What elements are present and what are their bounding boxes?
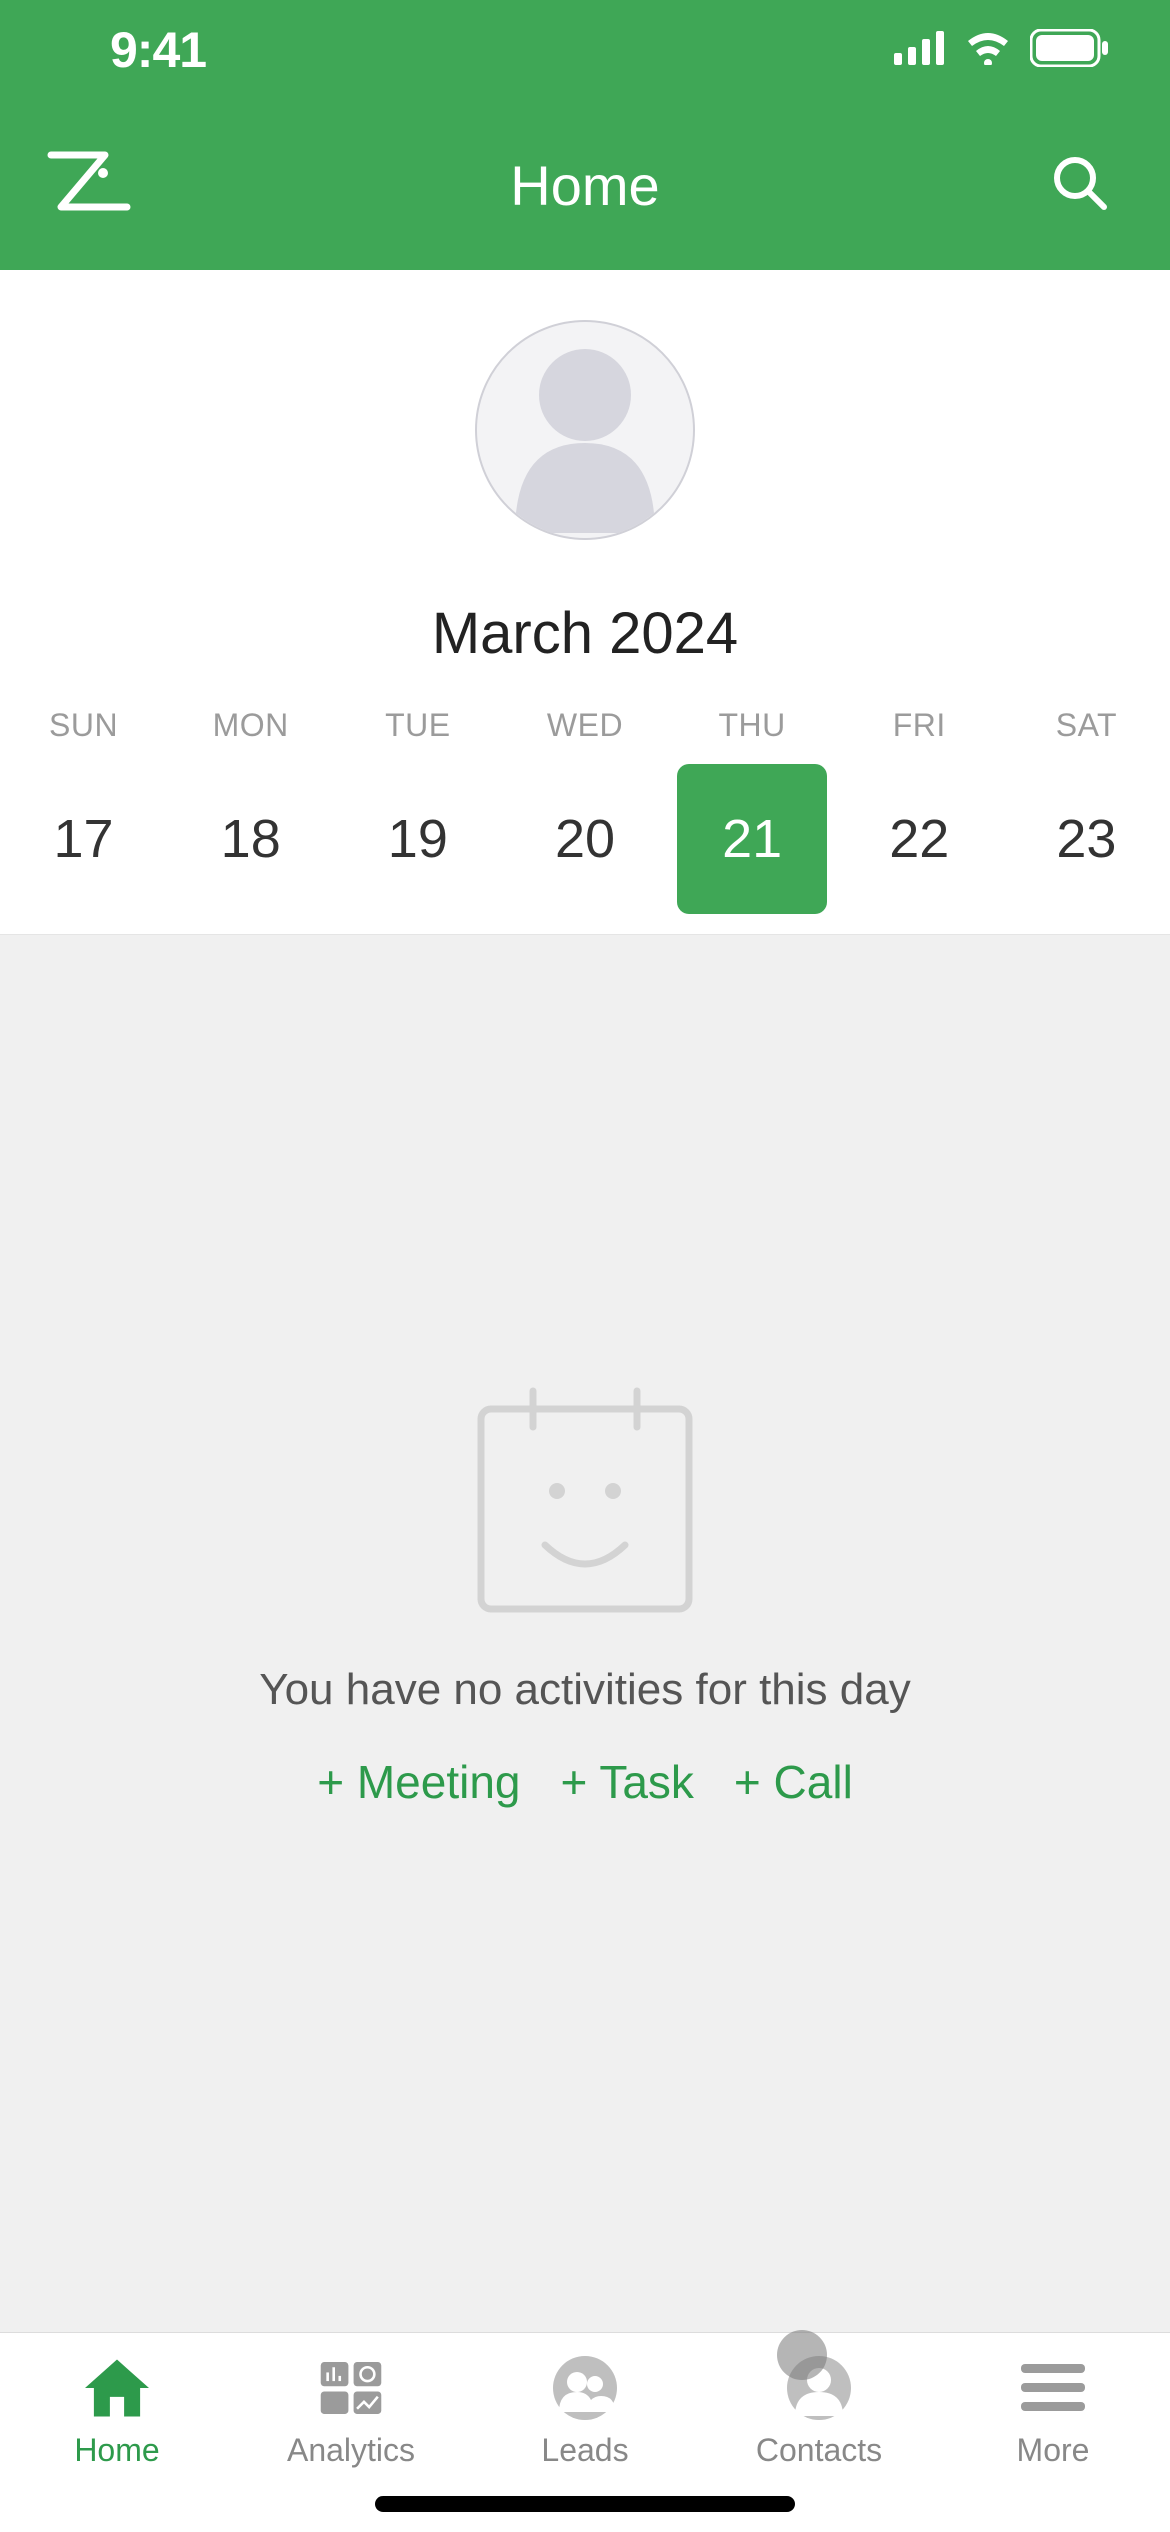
- activities-empty-state: You have no activities for this day + Me…: [0, 935, 1170, 2332]
- date-cell-20[interactable]: 20: [501, 764, 668, 914]
- tab-label: Analytics: [287, 2432, 415, 2469]
- empty-message: You have no activities for this day: [259, 1665, 910, 1715]
- avatar[interactable]: [475, 320, 695, 540]
- zia-button[interactable]: [50, 145, 130, 225]
- status-indicators: [894, 29, 1110, 72]
- add-task-button[interactable]: + Task: [561, 1755, 694, 1809]
- contacts-icon: [787, 2356, 851, 2420]
- weekday-label: THU: [669, 707, 836, 744]
- date-cell-21[interactable]: 21: [669, 764, 836, 914]
- weekday-label: WED: [501, 707, 668, 744]
- analytics-icon: [319, 2356, 383, 2420]
- status-time: 9:41: [110, 21, 206, 79]
- page-title: Home: [0, 153, 1170, 218]
- tab-label: Home: [74, 2432, 159, 2469]
- battery-icon: [1030, 29, 1110, 72]
- tab-leads[interactable]: Leads: [468, 2333, 702, 2492]
- empty-calendar-icon: [475, 1385, 695, 1615]
- tab-home[interactable]: Home: [0, 2333, 234, 2492]
- date-cell-23[interactable]: 23: [1003, 764, 1170, 914]
- weekday-label: TUE: [334, 707, 501, 744]
- home-indicator[interactable]: [375, 2496, 795, 2512]
- search-icon: [1050, 153, 1110, 218]
- tab-label: Leads: [541, 2432, 628, 2469]
- search-button[interactable]: [1040, 145, 1120, 225]
- date-cell-18[interactable]: 18: [167, 764, 334, 914]
- weekday-label: SAT: [1003, 707, 1170, 744]
- menu-icon: [1021, 2356, 1085, 2420]
- weekday-label: MON: [167, 707, 334, 744]
- tab-more[interactable]: More: [936, 2333, 1170, 2492]
- calendar-header: March 2024 SUN MON TUE WED THU FRI SAT 1…: [0, 270, 1170, 935]
- avatar-placeholder-icon: [475, 320, 695, 538]
- tab-contacts[interactable]: Contacts: [702, 2333, 936, 2492]
- date-cell-22[interactable]: 22: [836, 764, 1003, 914]
- add-call-button[interactable]: + Call: [734, 1755, 853, 1809]
- tab-label: Contacts: [756, 2432, 882, 2469]
- nav-bar: Home: [0, 100, 1170, 270]
- wifi-icon: [964, 31, 1012, 70]
- touch-overlay-icon: [777, 2330, 827, 2380]
- tab-analytics[interactable]: Analytics: [234, 2333, 468, 2492]
- date-cell-19[interactable]: 19: [334, 764, 501, 914]
- date-cell-17[interactable]: 17: [0, 764, 167, 914]
- cellular-icon: [894, 31, 946, 70]
- status-bar: 9:41: [0, 0, 1170, 100]
- home-icon: [85, 2356, 149, 2420]
- weekday-label: SUN: [0, 707, 167, 744]
- zia-icon: [45, 149, 135, 222]
- add-meeting-button[interactable]: + Meeting: [317, 1755, 520, 1809]
- leads-icon: [553, 2356, 617, 2420]
- weekday-label: FRI: [836, 707, 1003, 744]
- tab-label: More: [1017, 2432, 1090, 2469]
- month-label: March 2024: [0, 600, 1170, 667]
